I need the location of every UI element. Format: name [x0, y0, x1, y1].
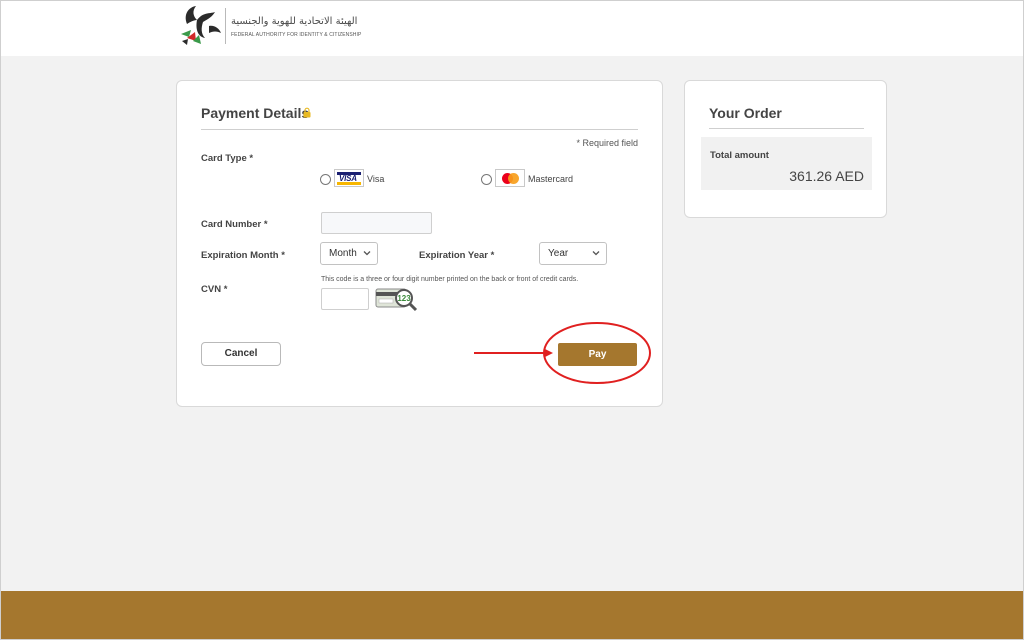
visa-radio[interactable] — [320, 174, 331, 185]
payment-details-title: Payment Details — [201, 105, 310, 121]
site-footer — [1, 591, 1023, 639]
visa-label[interactable]: Visa — [367, 174, 384, 184]
logo-divider — [225, 8, 226, 44]
expiration-year-select[interactable]: Year — [539, 242, 607, 265]
mastercard-logo-icon[interactable] — [495, 169, 525, 187]
card-type-label: Card Type * — [201, 153, 254, 164]
total-amount-label: Total amount — [710, 150, 769, 161]
expiration-year-label: Expiration Year * — [419, 250, 495, 261]
your-order-card: Your Order Total amount 361.26 AED — [684, 80, 887, 218]
chevron-down-icon — [363, 251, 371, 256]
lock-icon — [303, 107, 311, 118]
visa-logo-icon[interactable]: VISA — [334, 169, 364, 187]
cancel-button[interactable]: Cancel — [201, 342, 281, 366]
payment-details-card: Payment Details * Required field Card Ty… — [176, 80, 663, 407]
cvv-sample-digits: 123 — [397, 294, 411, 303]
logo-english-text: FEDERAL AUTHORITY FOR IDENTITY & CITIZEN… — [231, 32, 362, 38]
cvn-label: CVN * — [201, 284, 228, 295]
cvn-input[interactable] — [321, 288, 369, 310]
card-number-label: Card Number * — [201, 219, 268, 230]
mastercard-radio[interactable] — [481, 174, 492, 185]
expiration-month-value: Month — [329, 248, 357, 259]
pay-button[interactable]: Pay — [558, 343, 637, 366]
expiration-year-value: Year — [548, 248, 569, 259]
expiration-month-label: Expiration Month * — [201, 250, 285, 261]
your-order-title: Your Order — [709, 105, 782, 121]
cvv-card-magnifier-icon: 123 — [375, 288, 418, 312]
title-divider — [201, 129, 638, 130]
total-amount-value: 361.26 AED — [789, 168, 864, 184]
site-header: الهيئة الاتحادية للهوية والجنسية FEDERAL… — [1, 1, 1023, 56]
mastercard-orange-circle — [508, 173, 519, 184]
order-title-divider — [709, 128, 864, 129]
required-field-note: * Required field — [576, 138, 638, 148]
falcon-emblem-icon — [181, 6, 221, 45]
logo-arabic-text: الهيئة الاتحادية للهوية والجنسية — [231, 16, 358, 27]
visa-band-bottom — [337, 182, 361, 185]
expiration-month-select[interactable]: Month — [320, 242, 378, 265]
cvn-help-text: This code is a three or four digit numbe… — [321, 276, 579, 283]
total-amount-box: Total amount 361.26 AED — [701, 137, 872, 190]
mastercard-label[interactable]: Mastercard — [528, 174, 573, 184]
card-number-input[interactable] — [321, 212, 432, 234]
authority-logo[interactable]: الهيئة الاتحادية للهوية والجنسية FEDERAL… — [179, 4, 379, 46]
chevron-down-icon — [592, 251, 600, 256]
